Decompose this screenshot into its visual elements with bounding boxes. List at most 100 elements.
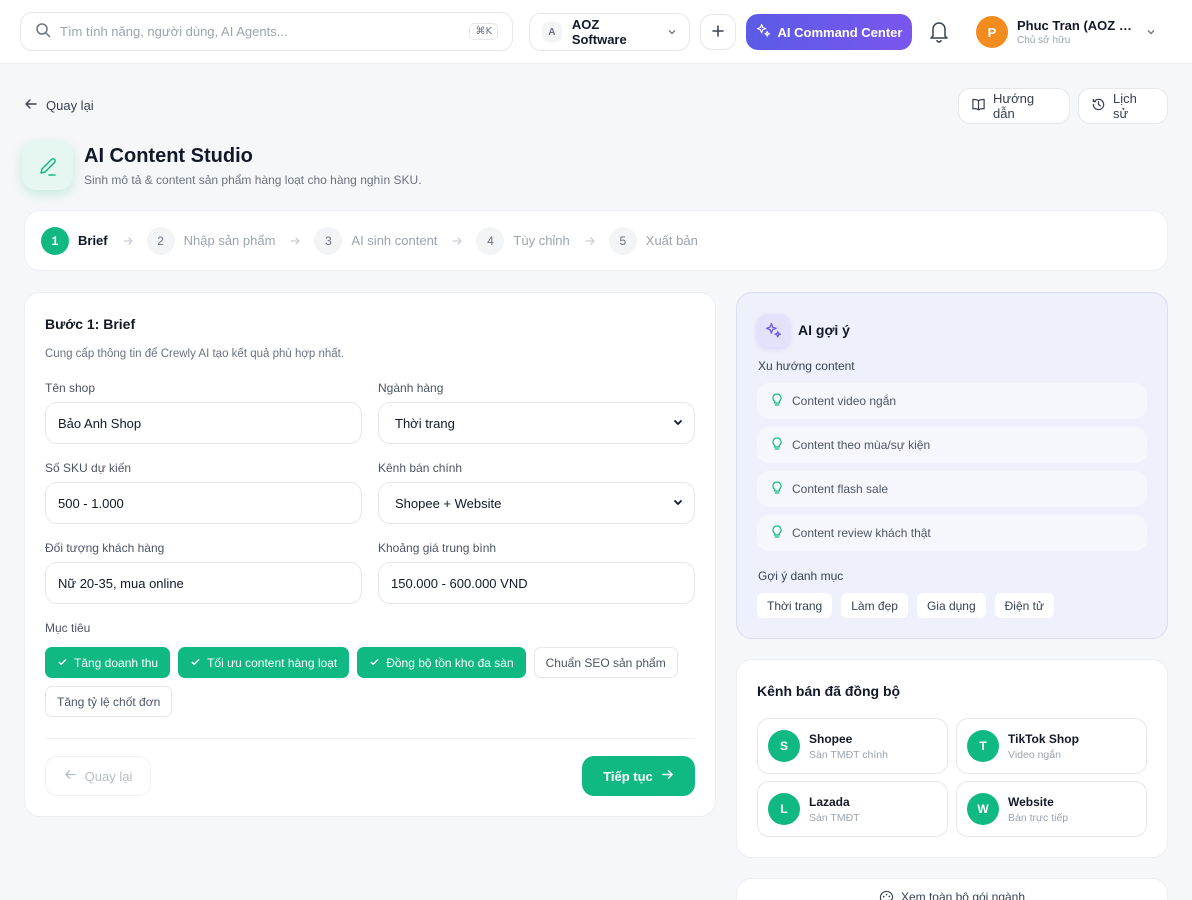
category-tag[interactable]: Điện tử	[994, 593, 1055, 618]
user-name: Phuc Tran (AOZ Software)	[1017, 18, 1135, 33]
industry-select[interactable]: Thời trang	[378, 402, 695, 444]
channel-sub: Sàn TMĐT	[809, 811, 860, 824]
book-icon	[971, 97, 986, 115]
step-customize[interactable]: 4 Tùy chỉnh	[476, 226, 570, 255]
back-button[interactable]: Quay lại	[45, 756, 151, 796]
sku-field[interactable]: 500 - 1.000	[45, 482, 362, 524]
trend-item[interactable]: Content video ngắn	[757, 383, 1147, 419]
arrow-left-icon	[64, 768, 77, 784]
channel-card-tiktok[interactable]: T TikTok Shop Video ngắn	[956, 718, 1147, 774]
audience-label: Đối tượng khách hàng	[45, 541, 165, 555]
arrow-right-icon	[451, 235, 463, 247]
shop-name-label: Tên shop	[45, 381, 96, 395]
channel-name: Shopee	[809, 731, 853, 746]
step-ai-generate[interactable]: 3 AI sinh content	[314, 226, 437, 255]
goal-chip[interactable]: Tăng tỷ lệ chốt đơn	[45, 686, 173, 717]
channel-name: TikTok Shop	[1008, 731, 1079, 746]
channels-card: Kênh bán đã đồng bộ S Shopee Sàn TMĐT chí…	[736, 659, 1168, 858]
goal-chip[interactable]: Tối ưu content hàng loạt	[178, 647, 350, 678]
goal-chip[interactable]: Đồng bộ tồn kho đa sàn	[357, 647, 526, 678]
page-subtitle: Sinh mô tả & content sản phẩm hàng loạt …	[84, 173, 422, 187]
page-title: AI Content Studio	[84, 145, 253, 167]
lightbulb-icon	[771, 524, 783, 542]
plus-icon	[711, 24, 725, 41]
goal-chip[interactable]: Tăng doanh thu	[45, 647, 171, 678]
search-input[interactable]: Tìm tính năng, người dùng, AI Agents... …	[20, 12, 513, 51]
goals-chips: Tăng doanh thu Tối ưu content hàng loạt …	[45, 647, 705, 717]
channel-avatar: S	[768, 730, 800, 762]
arrow-right-icon	[122, 235, 134, 247]
user-role: Chủ sở hữu	[1017, 35, 1071, 46]
trend-item[interactable]: Content flash sale	[757, 471, 1147, 507]
trend-item[interactable]: Content theo mùa/sự kiện	[757, 427, 1147, 463]
brief-form-card: Bước 1: Brief Cung cấp thông tin để Crew…	[24, 292, 716, 817]
ai-command-center-button[interactable]: AI Command Center	[746, 14, 912, 50]
channel-card-lazada[interactable]: L Lazada Sàn TMĐT	[757, 781, 948, 837]
history-label: Lịch sử	[1113, 91, 1137, 121]
notification-bell-icon[interactable]	[928, 19, 950, 46]
back-link-label: Quay lại	[46, 98, 94, 113]
channel-sub: Video ngắn	[1008, 748, 1061, 761]
industry-label: Ngành hàng	[378, 381, 444, 395]
form-title: Bước 1: Brief	[45, 316, 136, 332]
lightbulb-icon	[771, 392, 783, 410]
search-shortcut: ⌘K	[469, 23, 498, 40]
search-icon	[35, 22, 51, 41]
pen-icon	[22, 141, 73, 190]
sparkles-icon	[757, 314, 790, 347]
ai-command-center-label: AI Command Center	[777, 24, 903, 40]
check-icon	[57, 656, 68, 670]
history-icon	[1091, 97, 1106, 115]
price-label: Khoảng giá trung bình	[378, 541, 497, 555]
channel-select[interactable]: Shopee + Website	[378, 482, 695, 524]
continue-button[interactable]: Tiếp tục	[582, 756, 695, 796]
org-switcher[interactable]: A AOZ Software	[529, 13, 690, 51]
guide-button[interactable]: Hướng dẫn	[958, 88, 1070, 124]
channel-label: Kênh bán chính	[378, 461, 463, 475]
audience-field[interactable]: Nữ 20-35, mua online	[45, 562, 362, 604]
palette-icon	[879, 890, 894, 900]
arrow-right-icon	[661, 768, 674, 784]
org-avatar: A	[542, 22, 562, 42]
org-name: AOZ Software	[571, 17, 627, 47]
arrow-right-icon	[584, 235, 596, 247]
chevron-down-icon	[667, 25, 677, 40]
goals-label: Mục tiêu	[45, 621, 91, 635]
chevron-down-icon	[672, 416, 684, 431]
category-tag[interactable]: Làm đẹp	[841, 593, 908, 618]
back-link[interactable]: Quay lại	[24, 97, 94, 114]
price-field[interactable]: 150.000 - 600.000 VND	[378, 562, 695, 604]
sparkles-icon	[756, 23, 771, 41]
category-tag[interactable]: Gia dụng	[916, 593, 986, 618]
search-placeholder: Tìm tính năng, người dùng, AI Agents...	[60, 24, 288, 39]
ai-suggest-title: AI gợi ý	[798, 322, 850, 338]
user-menu[interactable]: P Phuc Tran (AOZ Software) Chủ sở hữu	[976, 14, 1170, 50]
channel-avatar: L	[768, 793, 800, 825]
step-publish[interactable]: 5 Xuất bản	[608, 226, 698, 255]
category-tags: Thời trang Làm đẹp Gia dụng Điện tử	[757, 593, 1055, 618]
channel-name: Website	[1008, 794, 1054, 809]
form-description: Cung cấp thông tin để Crewly AI tạo kết …	[45, 348, 345, 360]
lightbulb-icon	[771, 480, 783, 498]
channels-title: Kênh bán đã đồng bộ	[757, 683, 901, 699]
chevron-down-icon	[672, 496, 684, 511]
history-button[interactable]: Lịch sử	[1078, 88, 1168, 124]
user-avatar: P	[976, 16, 1008, 48]
channel-avatar: W	[967, 793, 999, 825]
shop-name-field[interactable]: Bảo Anh Shop	[45, 402, 362, 444]
goal-chip[interactable]: Chuẩn SEO sản phẩm	[533, 647, 678, 678]
chevron-down-icon	[1146, 25, 1156, 40]
top-bar: Tìm tính năng, người dùng, AI Agents... …	[0, 0, 1192, 64]
category-tag[interactable]: Thời trang	[757, 593, 833, 618]
check-icon	[369, 656, 380, 670]
channel-card-shopee[interactable]: S Shopee Sàn TMĐT chính	[757, 718, 948, 774]
channel-avatar: T	[967, 730, 999, 762]
channel-card-website[interactable]: W Website Bán trực tiếp	[956, 781, 1147, 837]
step-brief[interactable]: 1 Brief	[41, 226, 108, 255]
stepper: 1 Brief 2 Nhập sản phẩm 3 AI sinh content 4…	[24, 210, 1168, 271]
add-button[interactable]	[700, 14, 736, 50]
step-import-products[interactable]: 2 Nhập sản phẩm	[146, 226, 275, 255]
trend-item[interactable]: Content review khách thật	[757, 515, 1147, 551]
industry-pack-card[interactable]: Xem toàn bộ gói ngành	[736, 878, 1168, 900]
guide-label: Hướng dẫn	[993, 91, 1035, 121]
